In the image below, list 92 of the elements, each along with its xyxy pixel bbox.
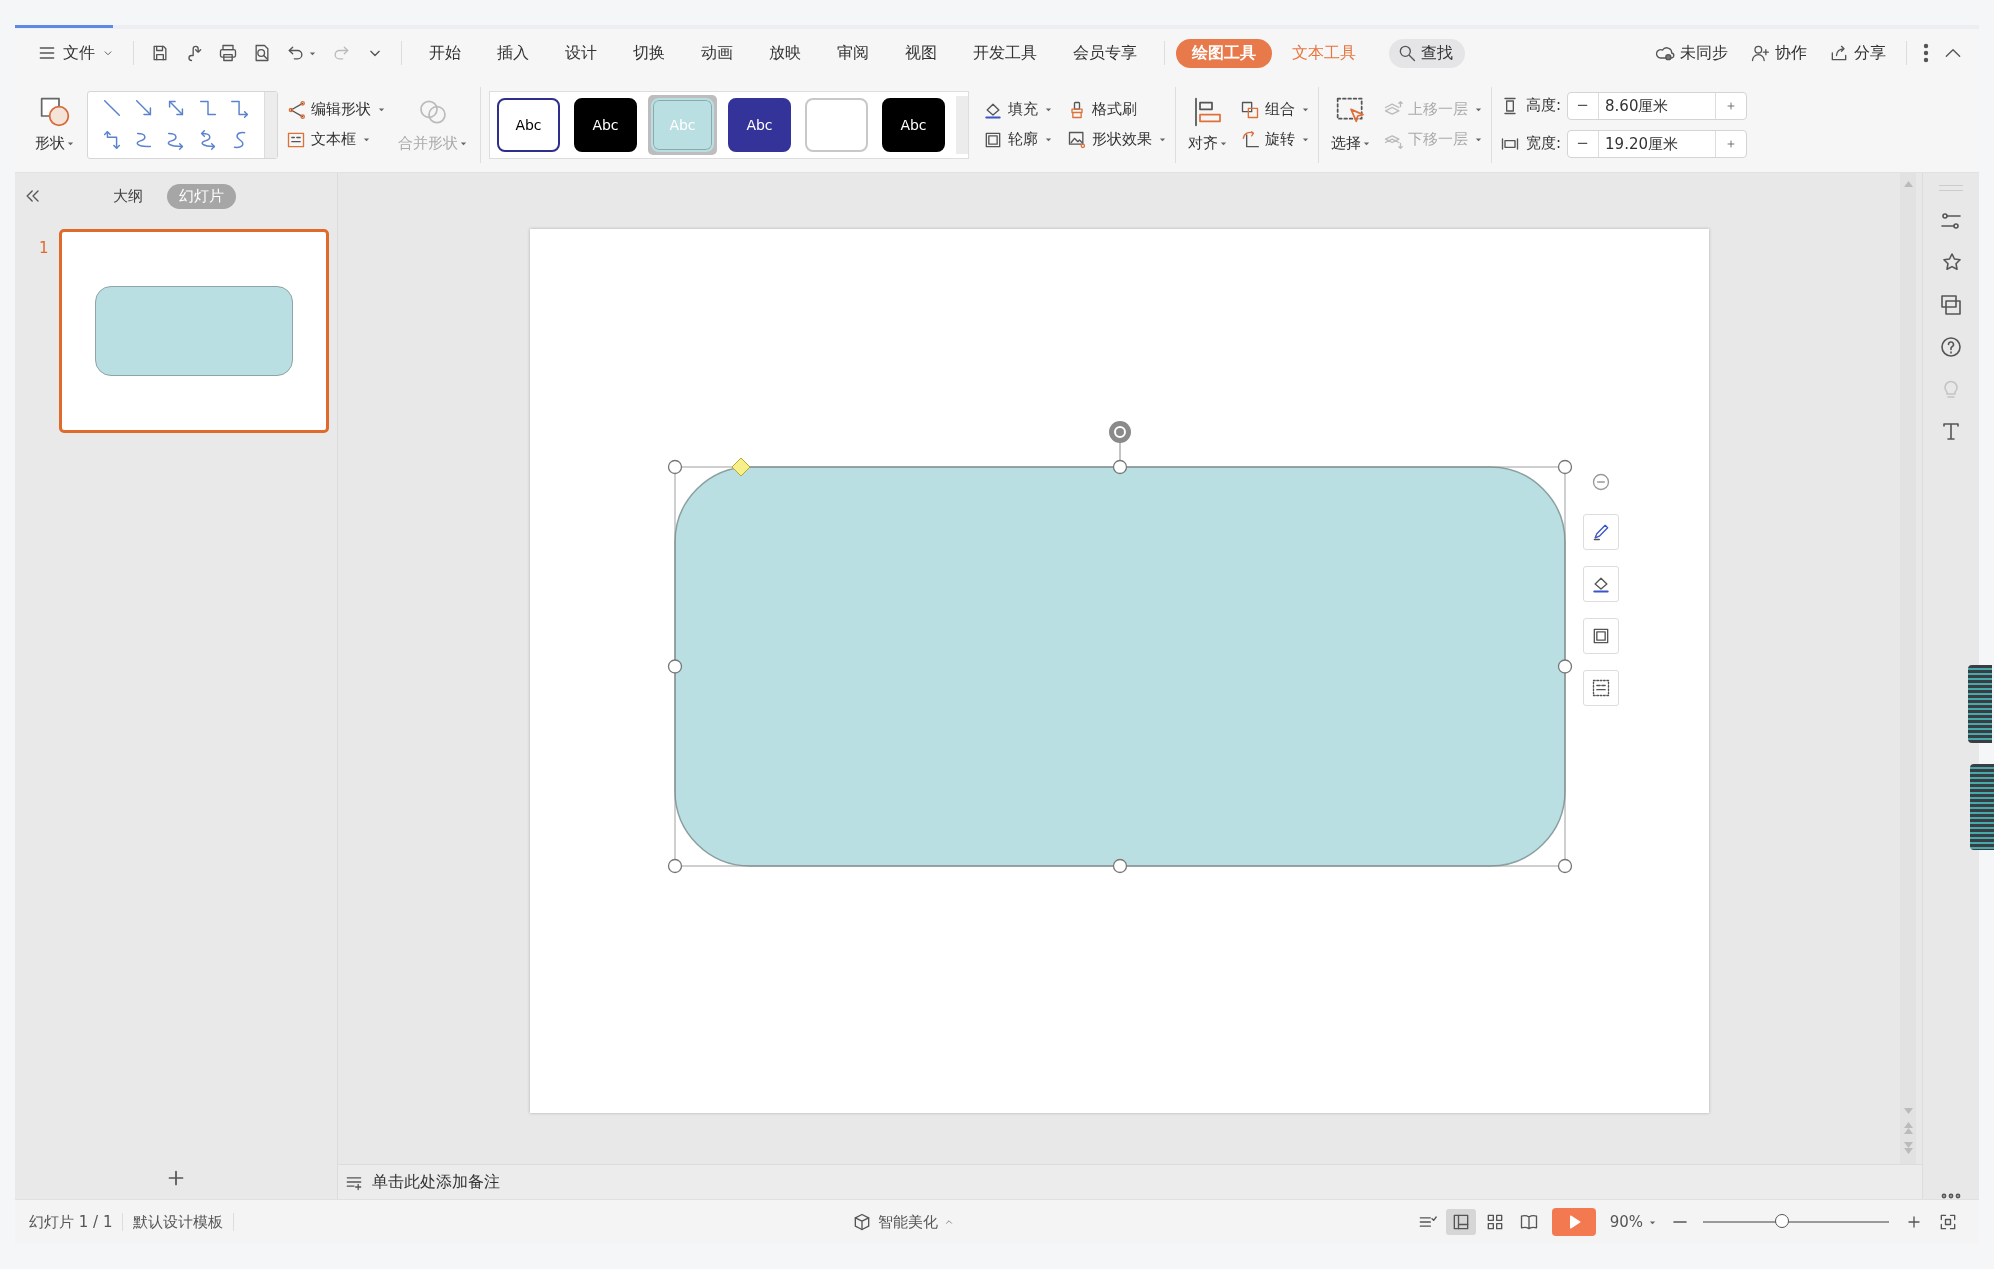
slideshow-button[interactable]	[1551, 1208, 1596, 1236]
caret-up-icon	[944, 1217, 954, 1227]
help-icon	[1939, 335, 1963, 359]
style-swatch[interactable]: Abc	[497, 97, 560, 152]
screens-button[interactable]	[1939, 293, 1963, 317]
fill-button[interactable]	[1582, 566, 1619, 602]
drag-handle-icon	[1939, 185, 1963, 191]
minus-icon	[1577, 104, 1589, 107]
ribbon-tab[interactable]: 动画	[685, 38, 749, 68]
resize-handle[interactable]	[1557, 659, 1572, 674]
template-name[interactable]: 默认设计模板	[133, 1212, 224, 1232]
slide-thumbnail[interactable]	[58, 229, 329, 433]
ribbon-button[interactable]: 轮廓	[983, 129, 1053, 150]
ribbon-button[interactable]: 组合	[1240, 99, 1310, 120]
style-swatch[interactable]: Abc	[882, 97, 945, 152]
double-elbow-arrow-icon	[101, 128, 123, 151]
level-meter-icon	[1968, 665, 1992, 743]
ribbon-button[interactable]: 形状效果	[1067, 129, 1167, 150]
share-icon	[1829, 43, 1849, 63]
style-swatch[interactable]	[805, 97, 868, 152]
minus-icon	[1577, 142, 1589, 145]
toolbar-action[interactable]: 分享	[1819, 42, 1896, 64]
shape-icon	[39, 96, 71, 128]
toolbar-action[interactable]: 未同步	[1645, 42, 1738, 64]
level-meter-icon	[1970, 764, 1994, 850]
select-button[interactable]: 选择	[1327, 94, 1375, 155]
slide-counter: 幻灯片 1 / 1	[29, 1212, 113, 1232]
more-icon	[1923, 43, 1929, 63]
align-icon	[1192, 96, 1224, 128]
slide-number: 1	[39, 239, 49, 257]
search-icon	[1397, 43, 1417, 63]
toolbar-action[interactable]: 协作	[1740, 42, 1817, 64]
pen-button[interactable]	[1582, 514, 1619, 550]
ribbon-tab[interactable]: 开始	[413, 38, 477, 68]
ribbon-tab[interactable]: 开发工具	[957, 38, 1053, 68]
ribbon-tab[interactable]: 视图	[889, 38, 953, 68]
resize-handle[interactable]	[667, 858, 682, 874]
ribbon-tab[interactable]: 审阅	[821, 38, 885, 68]
size-label: 高度:	[1526, 96, 1562, 115]
resize-handle[interactable]	[1112, 459, 1127, 475]
user-plus-icon	[1750, 43, 1770, 63]
ribbon-button[interactable]: 文本框	[286, 129, 386, 150]
rotate-icon	[1240, 129, 1260, 150]
ribbon-button[interactable]: 填充	[983, 99, 1053, 120]
style-swatch[interactable]: Abc	[728, 97, 791, 152]
panel-tab[interactable]: 大纲	[101, 183, 155, 209]
notes-placeholder[interactable]: 单击此处添加备注	[372, 1171, 500, 1193]
printer-icon	[218, 43, 238, 63]
ribbon-tab[interactable]: 会员专享	[1057, 38, 1153, 68]
ribbon-tab[interactable]: 插入	[481, 38, 545, 68]
screens-icon	[1939, 293, 1963, 317]
view-button[interactable]	[1445, 1209, 1476, 1235]
ribbon-tab[interactable]: 设计	[549, 38, 613, 68]
help-button[interactable]	[1939, 335, 1963, 359]
group-icon	[1240, 99, 1260, 120]
outline-button[interactable]	[1582, 618, 1619, 654]
ribbon-tab[interactable]: 切换	[617, 38, 681, 68]
zoom-dropdown[interactable]: 90%	[1609, 1213, 1657, 1231]
size-label: 宽度:	[1526, 134, 1562, 153]
resize-handle[interactable]	[1557, 858, 1572, 874]
slider-thumb[interactable]	[1774, 1214, 1789, 1228]
size-spinner[interactable]: 8.60厘米	[1567, 91, 1748, 120]
gallery-scrollbar[interactable]	[956, 95, 968, 154]
smart-beautify-button[interactable]: 智能美化	[852, 1212, 954, 1232]
fit-icon	[1938, 1212, 1958, 1232]
align-button[interactable]: 对齐	[1184, 94, 1232, 155]
ribbon-tab[interactable]: 放映	[753, 38, 817, 68]
text-frame-icon	[1590, 678, 1611, 698]
resize-handle[interactable]	[1557, 459, 1572, 475]
text-frame-button[interactable]	[1582, 670, 1619, 706]
style-swatch[interactable]: Abc	[574, 97, 637, 152]
minus-icon	[1672, 1220, 1688, 1224]
ribbon-button[interactable]: 格式刷	[1067, 99, 1167, 120]
minus-circle-icon	[1590, 472, 1611, 492]
edit-shape-icon	[286, 99, 306, 120]
rotate-handle[interactable]	[1108, 421, 1131, 443]
resize-handle[interactable]	[1112, 858, 1127, 874]
resize-handle[interactable]	[667, 459, 682, 475]
ribbon-button[interactable]: 编辑形状	[286, 99, 386, 120]
search-button[interactable]: 查找	[1389, 38, 1465, 68]
more-button[interactable]	[1941, 1193, 1961, 1199]
effects-icon	[1067, 129, 1087, 150]
ribbon-button[interactable]: 旋转	[1240, 129, 1310, 150]
file-menu[interactable]: 文件	[29, 42, 123, 64]
resize-handle[interactable]	[667, 659, 682, 674]
book-icon	[1518, 1212, 1539, 1232]
gallery-scrollbar[interactable]	[264, 91, 277, 158]
shape-button[interactable]: 形状	[31, 94, 79, 155]
cube-icon	[852, 1212, 872, 1232]
size-spinner[interactable]: 19.20厘米	[1567, 129, 1748, 158]
dots-icon	[1941, 1193, 1961, 1199]
adjust-handle[interactable]	[731, 457, 750, 477]
